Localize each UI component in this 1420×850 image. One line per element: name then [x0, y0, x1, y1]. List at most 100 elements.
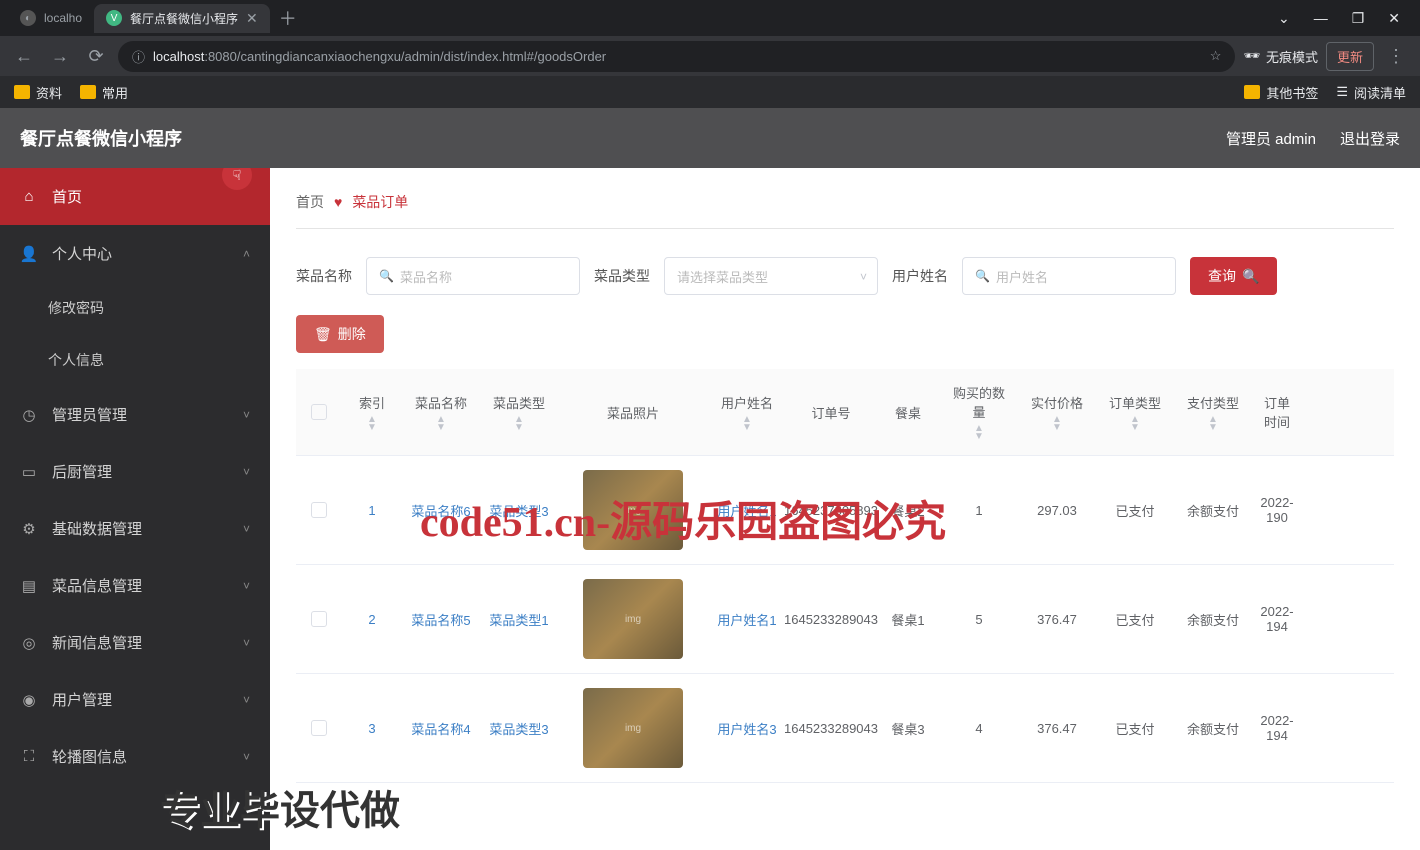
th-qty[interactable]: 购买的数量▲▼	[940, 369, 1018, 455]
tab-active[interactable]: V 餐厅点餐微信小程序 ✕	[94, 4, 270, 33]
cell-type[interactable]: 菜品类型1	[480, 596, 558, 643]
food-image[interactable]: img	[583, 579, 683, 659]
url-input[interactable]: ⓘ localhost :8080/cantingdiancanxiaochen…	[118, 41, 1235, 72]
main-content: 首页 ♥ 菜品订单 菜品名称 🔍菜品名称 菜品类型 请选择菜品类型˅ 用户姓名 …	[270, 168, 1420, 850]
cell-name[interactable]: 菜品名称5	[402, 596, 480, 643]
table-header-row: 索引▲▼ 菜品名称▲▼ 菜品类型▲▼ 菜品照片 用户姓名▲▼ 订单号 餐桌 购买…	[296, 369, 1394, 456]
list-icon: ☰	[1336, 84, 1348, 100]
breadcrumb-current: 菜品订单	[352, 192, 408, 212]
sidebar-item-label: 轮播图信息	[52, 746, 127, 767]
th-user[interactable]: 用户姓名▲▼	[708, 379, 786, 446]
cell-user[interactable]: 用户姓名1	[708, 487, 786, 534]
food-image[interactable]: img	[583, 470, 683, 550]
checkbox-all[interactable]	[311, 404, 327, 420]
sort-icon: ▲▼	[367, 416, 377, 432]
cell-order-type: 已支付	[1096, 596, 1174, 643]
dropdown-icon[interactable]: ⌄	[1278, 10, 1290, 27]
tab-favicon-icon: ◐	[20, 10, 36, 26]
th-index[interactable]: 索引▲▼	[342, 379, 402, 446]
delete-button[interactable]: 🗑删除	[296, 315, 384, 353]
sidebar-item-label: 用户管理	[52, 689, 112, 710]
sidebar-sub-change-password[interactable]: 修改密码	[0, 282, 270, 334]
minimize-icon[interactable]: —	[1314, 10, 1328, 27]
cursor-indicator-icon: ☟	[222, 168, 252, 190]
cell-qty: 4	[940, 707, 1018, 750]
new-tab-button[interactable]: ＋	[274, 4, 302, 32]
th-order-type[interactable]: 订单类型▲▼	[1096, 379, 1174, 446]
chevron-down-icon: ˅	[243, 579, 250, 593]
input-dish-name[interactable]: 🔍菜品名称	[366, 257, 580, 295]
other-bookmarks[interactable]: 其他书签	[1244, 83, 1318, 102]
checkbox-row[interactable]	[311, 502, 327, 518]
checkbox-row[interactable]	[311, 611, 327, 627]
sidebar-item-basedata-mgmt[interactable]: ⚙ 基础数据管理 ˅	[0, 500, 270, 557]
sidebar-item-kitchen-mgmt[interactable]: ▭ 后厨管理 ˅	[0, 443, 270, 500]
table-row: 1菜品名称6菜品类型3img用户姓名11645237805893餐桌21297.…	[296, 456, 1394, 565]
sidebar-item-carousel[interactable]: ⛶ 轮播图信息 ˅	[0, 728, 270, 785]
sidebar-item-dish-mgmt[interactable]: ▤ 菜品信息管理 ˅	[0, 557, 270, 614]
update-button[interactable]: 更新	[1326, 42, 1374, 71]
back-icon[interactable]: ←	[10, 42, 38, 70]
sidebar: ⌂ 首页 ☟ 👤 个人中心 ˄ 修改密码 个人信息 ◷ 管理员管理 ˅ ▭ 后厨…	[0, 168, 270, 850]
th-pay-type[interactable]: 支付类型▲▼	[1174, 379, 1252, 446]
cell-time: 2022-190	[1252, 481, 1302, 539]
input-user-name[interactable]: 🔍用户姓名	[962, 257, 1176, 295]
reload-icon[interactable]: ⟳	[82, 42, 110, 70]
data-table: 索引▲▼ 菜品名称▲▼ 菜品类型▲▼ 菜品照片 用户姓名▲▼ 订单号 餐桌 购买…	[296, 369, 1394, 783]
user-icon: 👤	[20, 245, 38, 263]
cell-time: 2022-194	[1252, 699, 1302, 757]
cell-type[interactable]: 菜品类型3	[480, 487, 558, 534]
vue-favicon-icon: V	[106, 10, 122, 26]
cell-name[interactable]: 菜品名称6	[402, 487, 480, 534]
close-icon[interactable]: ✕	[246, 10, 258, 27]
menu-icon[interactable]: ⋮	[1382, 42, 1410, 70]
admin-label[interactable]: 管理员 admin	[1226, 128, 1316, 149]
select-dish-type[interactable]: 请选择菜品类型˅	[664, 257, 878, 295]
breadcrumb-home[interactable]: 首页	[296, 192, 324, 212]
cell-table: 餐桌2	[876, 487, 940, 534]
th-name[interactable]: 菜品名称▲▼	[402, 379, 480, 446]
close-window-icon[interactable]: ✕	[1388, 10, 1400, 27]
restore-icon[interactable]: ❐	[1352, 10, 1365, 27]
cell-qty: 5	[940, 598, 1018, 641]
logout-link[interactable]: 退出登录	[1340, 128, 1400, 149]
sidebar-item-user-mgmt[interactable]: ◉ 用户管理 ˅	[0, 671, 270, 728]
cell-qty: 1	[940, 489, 1018, 532]
th-price[interactable]: 实付价格▲▼	[1018, 379, 1096, 446]
cell-user[interactable]: 用户姓名3	[708, 705, 786, 752]
home-icon: ⌂	[20, 188, 38, 206]
cell-type[interactable]: 菜品类型3	[480, 705, 558, 752]
reading-list[interactable]: ☰阅读清单	[1336, 83, 1406, 102]
cell-name[interactable]: 菜品名称4	[402, 705, 480, 752]
bookmark-item[interactable]: 资料	[14, 83, 62, 102]
label-dish-type: 菜品类型	[594, 266, 650, 286]
sidebar-item-label: 基础数据管理	[52, 518, 142, 539]
th-type[interactable]: 菜品类型▲▼	[480, 379, 558, 446]
info-icon: ⓘ	[132, 47, 145, 66]
sort-icon: ▲▼	[436, 416, 446, 432]
sort-icon: ▲▼	[974, 425, 984, 441]
sidebar-item-label: 菜品信息管理	[52, 575, 142, 596]
cell-table: 餐桌1	[876, 596, 940, 643]
food-image[interactable]: img	[583, 688, 683, 768]
dot-icon: ◉	[20, 691, 38, 709]
sidebar-sub-personal-info[interactable]: 个人信息	[0, 334, 270, 386]
query-button[interactable]: 查询🔍	[1190, 257, 1277, 295]
cell-price: 376.47	[1018, 707, 1096, 750]
forward-icon[interactable]: →	[46, 42, 74, 70]
checkbox-row[interactable]	[311, 720, 327, 736]
bookmark-item[interactable]: 常用	[80, 83, 128, 102]
cell-user[interactable]: 用户姓名1	[708, 596, 786, 643]
tab-inactive[interactable]: ◐ localho	[8, 4, 94, 32]
sidebar-item-news-mgmt[interactable]: ◎ 新闻信息管理 ˅	[0, 614, 270, 671]
star-icon[interactable]: ☆	[1210, 48, 1222, 64]
window-controls: ⌄ — ❐ ✕	[1278, 10, 1412, 27]
address-bar: ← → ⟳ ⓘ localhost :8080/cantingdiancanxi…	[0, 36, 1420, 76]
sidebar-item-admin-mgmt[interactable]: ◷ 管理员管理 ˅	[0, 386, 270, 443]
sidebar-item-home[interactable]: ⌂ 首页 ☟	[0, 168, 270, 225]
search-row: 菜品名称 🔍菜品名称 菜品类型 请选择菜品类型˅ 用户姓名 🔍用户姓名 查询🔍	[296, 257, 1394, 295]
bookmark-bar: 资料 常用 其他书签 ☰阅读清单	[0, 76, 1420, 108]
target-icon: ◎	[20, 634, 38, 652]
sidebar-item-personal[interactable]: 👤 个人中心 ˄	[0, 225, 270, 282]
clock-icon: ◷	[20, 406, 38, 424]
